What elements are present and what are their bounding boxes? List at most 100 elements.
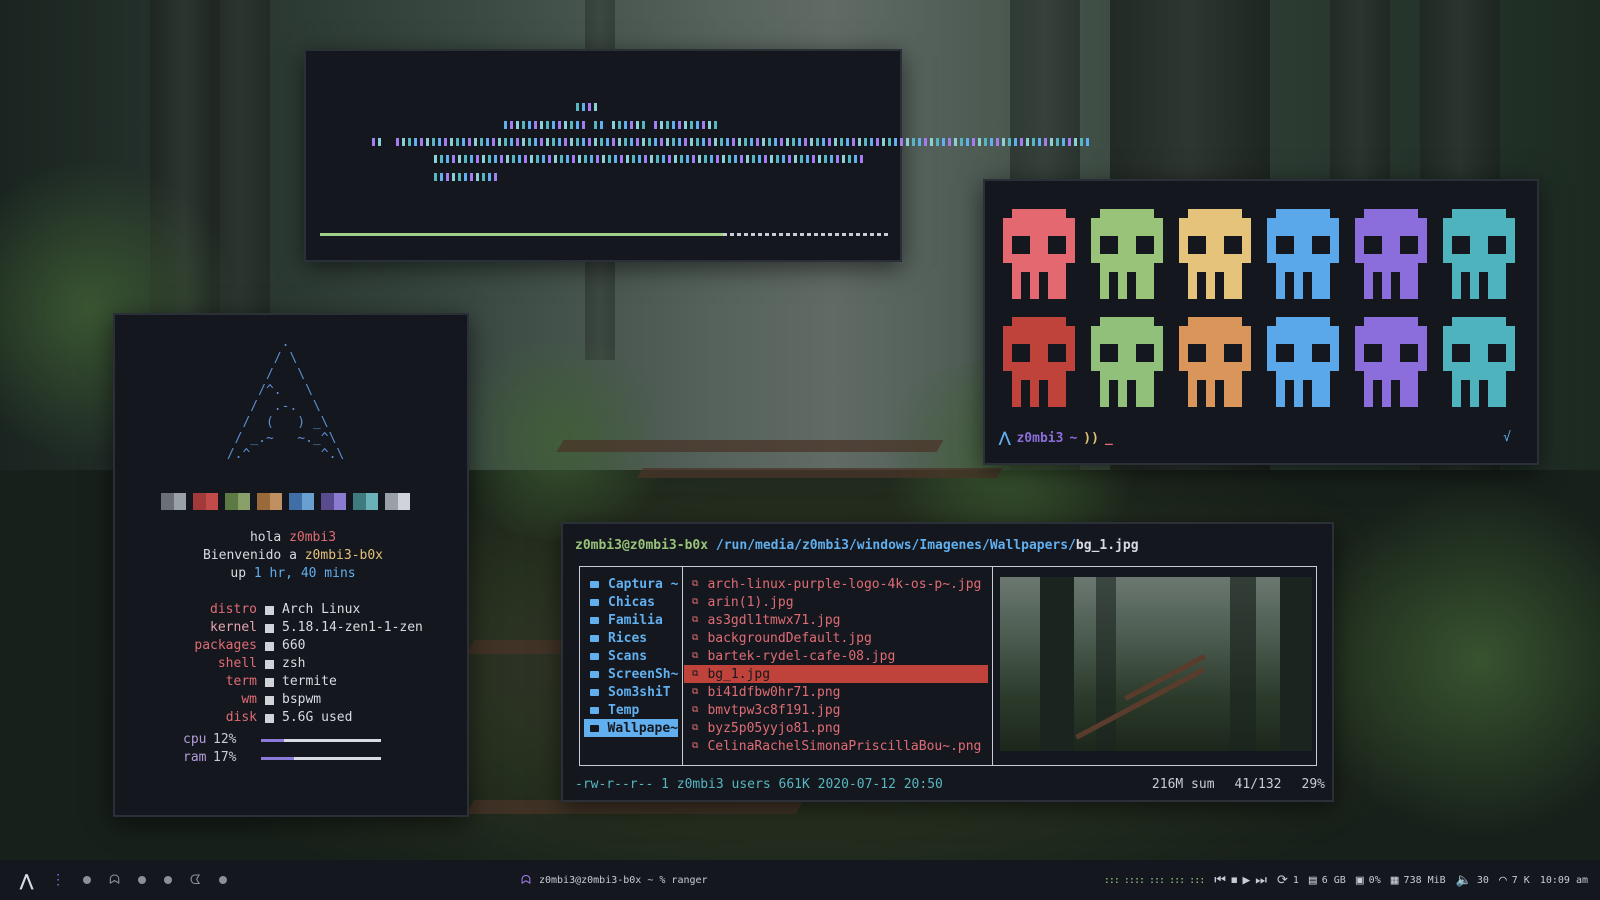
file-name: CelinaRachelSimonaPriscillaBou~.png [707, 738, 982, 754]
color-swatch [321, 493, 346, 510]
directory-item[interactable]: Chicas [580, 593, 682, 611]
file-item[interactable]: ⧉ arin(1).jpg [684, 593, 992, 611]
visualizer-bar [596, 155, 599, 163]
directory-item[interactable]: Som3shiT [580, 683, 682, 701]
directory-item[interactable]: Captura ~ [580, 575, 682, 593]
bullet-icon [265, 623, 274, 633]
file-item[interactable]: ⧉ byz5p05yyjo81.png [684, 719, 992, 737]
skulls-terminal-window[interactable]: ⋀ z0mbi3 ~ )) _ √ [983, 179, 1539, 465]
visualizer-bar [632, 155, 635, 163]
shell-prompt[interactable]: ⋀ z0mbi3 ~ )) _ [999, 430, 1113, 446]
workspace-3[interactable] [137, 876, 146, 884]
visualizer-bar [482, 155, 485, 163]
visualizer-bar [390, 138, 393, 146]
file-item[interactable]: ⧉ bartek-rydel-cafe-08.jpg [684, 647, 992, 665]
visualizer-bar [860, 155, 863, 163]
image-file-icon: ⧉ [692, 741, 699, 751]
audio-visualizer-window[interactable] [304, 49, 1089, 262]
workspace-4[interactable] [163, 876, 172, 884]
memory-module[interactable]: ▦ 738 MiB [1391, 873, 1446, 888]
directory-item[interactable]: Scans [580, 647, 682, 665]
folder-icon [590, 616, 599, 624]
network-module[interactable]: ◠ 7 K [1499, 873, 1530, 888]
visualizer-bar [510, 138, 513, 146]
track-progress-bar[interactable] [320, 233, 888, 236]
visualizer-bar [666, 121, 669, 129]
updates-module[interactable]: ⟳ 1 [1277, 873, 1299, 888]
info-value: 5.18.14-zen1-1-zen [282, 620, 423, 635]
directory-item[interactable]: Wallpape~ [584, 719, 678, 737]
visualizer-bar [546, 138, 549, 146]
directory-item[interactable]: Familia [580, 611, 682, 629]
cpu-module[interactable]: ▣ 0% [1356, 873, 1381, 888]
arch-launcher-icon[interactable]: ⋀ [20, 871, 33, 890]
color-swatch [289, 493, 314, 510]
ranger-file-manager-window[interactable]: z0mbi3@z0mbi3-b0x /run/media/z0mbi3/wind… [561, 522, 1334, 802]
storage-module[interactable]: ▤ 6 GB [1309, 873, 1346, 888]
visualizer-bar [996, 138, 999, 146]
visualizer-bar [420, 138, 423, 146]
memory-value: 738 MiB [1403, 874, 1446, 886]
visualizer-bar [720, 138, 723, 146]
directory-item[interactable]: Temp [580, 701, 682, 719]
pacman-workspace-icon[interactable]: ᗧ [190, 873, 201, 888]
visualizer-bar [482, 173, 485, 181]
file-item[interactable]: ⧉ bi41dfbw0hr71.png [684, 683, 992, 701]
meter-fill [261, 738, 285, 742]
visualizer-bar [588, 103, 591, 111]
visualizer-bar [452, 173, 455, 181]
file-item[interactable]: ⧉ bmvtpw3c8f191.jpg [684, 701, 992, 719]
neofetch-terminal-window[interactable]: . / \ / \ /^. \ / .-. \ / ( ) _\ / _.~ ~… [113, 313, 469, 817]
file-item[interactable]: ⧉ as3gdl1tmwx71.jpg [684, 611, 992, 629]
visualizer-bar [954, 138, 957, 146]
visualizer-bar [792, 138, 795, 146]
visualizer-bar [1038, 138, 1041, 146]
directory-item[interactable]: Rices [580, 629, 682, 647]
visualizer-bar [842, 155, 845, 163]
volume-module[interactable]: 🔈 30 [1456, 873, 1489, 888]
directory-item[interactable]: ScreenSh~ [580, 665, 682, 683]
visualizer-bar [1014, 138, 1017, 146]
file-item[interactable]: ⧉ arch-linux-purple-logo-4k-os-p~.jpg [684, 575, 992, 593]
visualizer-bar [674, 155, 677, 163]
file-item[interactable]: ⧉ bg_1.jpg [684, 665, 988, 683]
visualizer-bar [530, 173, 533, 181]
ranger-path-header: z0mbi3@z0mbi3-b0x /run/media/z0mbi3/wind… [575, 538, 1139, 553]
previous-track-icon[interactable]: ⏮ [1214, 873, 1226, 888]
visualizer-bar [714, 121, 717, 129]
next-track-icon[interactable]: ⏭ [1255, 873, 1267, 888]
visualizer-bar [536, 155, 539, 163]
workspace-1[interactable] [83, 876, 92, 884]
stop-icon[interactable]: ⏹ [1231, 873, 1238, 888]
visualizer-bar [708, 138, 711, 146]
visualizer-bar [852, 138, 855, 146]
visualizer-bar [570, 138, 573, 146]
visualizer-bar [630, 121, 633, 129]
visualizer-bar [788, 155, 791, 163]
visualizer-bar [680, 155, 683, 163]
info-value: 5.6G used [282, 710, 353, 725]
info-value: Arch Linux [282, 602, 361, 617]
ghost-workspace-icon[interactable]: ᗣ [109, 873, 120, 888]
visualizer-bar [1020, 138, 1023, 146]
info-key: disk [225, 710, 257, 725]
visualizer-bar [644, 155, 647, 163]
visualizer-bar [564, 138, 567, 146]
active-window-title[interactable]: ᗣ z0mbi3@z0mbi3-b0x ~ % ranger [521, 860, 708, 900]
visualizer-bar [480, 138, 483, 146]
visualizer-bar [726, 138, 729, 146]
visualizer-bar [1044, 138, 1047, 146]
workspace-6[interactable] [218, 876, 227, 884]
visualizer-bar [1008, 138, 1011, 146]
visualizer-bar [560, 173, 563, 181]
play-icon[interactable]: ▶ [1242, 873, 1250, 888]
clock[interactable]: 10:09 am [1540, 875, 1588, 886]
visualizer-bar [560, 155, 563, 163]
visualizer-bar [684, 121, 687, 129]
menu-dots-icon[interactable]: ⋮ [51, 872, 65, 888]
file-item[interactable]: ⧉ backgroundDefault.jpg [684, 629, 992, 647]
file-item[interactable]: ⧉ CelinaRachelSimonaPriscillaBou~.png [684, 737, 992, 755]
visualizer-bar [858, 138, 861, 146]
visualizer-bar [594, 103, 597, 111]
visualizer-bar [464, 173, 467, 181]
